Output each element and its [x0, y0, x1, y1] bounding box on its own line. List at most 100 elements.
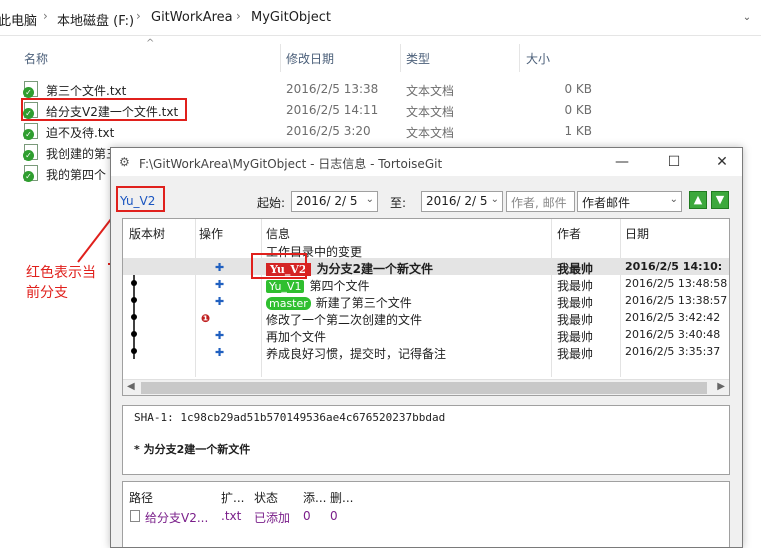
commit-message: * 为分支2建一个新文件 [134, 443, 251, 456]
file-date: 2016/2/5 13:38 [286, 82, 379, 96]
arrow-down-icon[interactable]: ▼ [711, 191, 729, 209]
chevron-down-icon: ⌄ [669, 194, 678, 205]
column-date[interactable]: 修改日期 [286, 50, 334, 67]
to-label: 至: [390, 196, 407, 210]
from-date-value: 2016/ 2/ 5 [296, 194, 358, 208]
log-row[interactable]: ✚ 养成良好习惯，提交时，记得备注 我最帅 2016/2/5 3:35:37 [123, 343, 729, 361]
log-row[interactable]: ✚ master 新建了第三个文件 我最帅 2016/2/5 13:38:57 [123, 292, 729, 310]
scroll-left-icon[interactable]: ◀ [127, 381, 135, 392]
log-author: 我最帅 [557, 347, 594, 361]
log-list[interactable]: 版本树 操作 信息 作者 日期 工作目录中的变更 ✚ Yu_V2 为分支2建一个新… [122, 218, 730, 396]
file-size: 1 KB [564, 124, 592, 138]
column-divider [400, 44, 401, 72]
highlight-box-branch [116, 186, 165, 212]
arrow-up-icon[interactable]: ▲ [689, 191, 707, 209]
scrollbar-thumb[interactable] [141, 382, 707, 394]
search-placeholder: 作者, 邮件 [511, 196, 567, 210]
files-col-ext[interactable]: 扩... [221, 489, 244, 506]
chevron-right-icon: › [43, 9, 48, 23]
window-title: F:\GitWorkArea\MyGitObject - 日志信息 - Tort… [139, 157, 443, 171]
file-added-icon: ✚ [215, 346, 225, 359]
file-row[interactable]: ✓ 迫不及待.txt 2016/2/5 3:20 文本文档 1 KB [23, 121, 614, 142]
chevron-down-icon: ⌄ [490, 194, 499, 205]
breadcrumb-mygitobject[interactable]: MyGitObject [251, 10, 331, 25]
title-bar[interactable]: ⚙ F:\GitWorkArea\MyGitObject - 日志信息 - To… [111, 148, 742, 176]
to-date-value: 2016/ 2/ 5 [426, 194, 488, 208]
log-date: 2016/2/5 13:38:57 [625, 294, 728, 307]
column-name[interactable]: 名称 [24, 50, 48, 67]
address-bar[interactable]: 此电脑 › 本地磁盘 (F:) › GitWorkArea › MyGitObj… [0, 0, 761, 36]
log-row[interactable]: ✚ Yu_V1 第四个文件 我最帅 2016/2/5 13:48:58 [123, 275, 729, 293]
log-col-message[interactable]: 信息 [266, 225, 290, 242]
changed-file-status: 已添加 [254, 511, 291, 525]
filter-select[interactable]: 作者邮件 ⌄ [577, 191, 682, 212]
breadcrumb-this-pc[interactable]: 此电脑 [0, 10, 37, 29]
filter-value: 作者邮件 [582, 196, 631, 210]
file-type: 文本文档 [406, 126, 455, 140]
txt-file-icon: ✓ [23, 144, 38, 161]
file-type: 文本文档 [406, 84, 455, 98]
file-added-icon: ✚ [215, 329, 225, 342]
column-divider [519, 44, 520, 72]
txt-file-icon: ✓ [23, 123, 38, 140]
file-row[interactable]: ✓ 我创建的第三 [23, 142, 118, 163]
changed-files-list[interactable]: 路径 扩... 状态 添... 删... 给分支V2... .txt 已添加 0… [122, 481, 730, 547]
minimize-button[interactable]: — [608, 152, 636, 172]
column-type[interactable]: 类型 [406, 50, 430, 67]
column-size[interactable]: 大小 [526, 50, 550, 67]
file-size: 0 KB [564, 103, 592, 117]
chevron-right-icon: › [136, 9, 141, 23]
log-date: 2016/2/5 13:48:58 [625, 277, 728, 290]
log-row[interactable]: ✚ 再加个文件 我最帅 2016/2/5 3:40:48 [123, 326, 729, 344]
file-added-icon: ✚ [215, 261, 225, 274]
file-name: 我的第四个 [46, 168, 107, 182]
file-modified-icon: ❶ [201, 312, 211, 325]
changed-file-path: 给分支V2... [145, 511, 209, 525]
txt-file-icon [130, 510, 140, 522]
tortoisegit-icon: ⚙ [119, 155, 130, 169]
txt-file-icon: ✓ [23, 165, 38, 182]
file-name: 我创建的第三 [46, 147, 119, 161]
breadcrumb-drive[interactable]: 本地磁盘 (F:) [57, 10, 134, 29]
chevron-down-icon[interactable]: ⌄ [740, 12, 754, 26]
chevron-right-icon: › [236, 9, 241, 23]
files-col-path[interactable]: 路径 [129, 489, 153, 506]
file-size: 0 KB [564, 82, 592, 96]
log-col-author[interactable]: 作者 [557, 225, 581, 242]
log-date: 2016/2/5 3:40:48 [625, 328, 721, 341]
file-date: 2016/2/5 14:11 [286, 103, 379, 117]
commit-detail[interactable]: SHA-1: 1c98cb29ad51b570149536ae4c6765202… [122, 405, 730, 475]
log-col-date[interactable]: 日期 [625, 225, 649, 242]
log-col-actions[interactable]: 操作 [199, 225, 223, 242]
scroll-right-icon[interactable]: ▶ [717, 381, 725, 392]
horizontal-scrollbar[interactable]: ◀ ▶ [123, 379, 729, 395]
close-button[interactable]: ✕ [708, 152, 736, 172]
files-col-add[interactable]: 添... [303, 489, 326, 506]
from-date-picker[interactable]: 2016/ 2/ 5 ⌄ [291, 191, 378, 212]
log-row-working-dir[interactable]: 工作目录中的变更 [123, 241, 729, 259]
log-message-text: 新建了第三个文件 [315, 296, 412, 310]
log-row[interactable]: ❶ 修改了一个第二次创建的文件 我最帅 2016/2/5 3:42:42 [123, 309, 729, 327]
log-message-text: 为分支2建一个新文件 [316, 262, 433, 276]
files-col-status[interactable]: 状态 [254, 489, 278, 506]
txt-file-icon: ✓ [23, 81, 38, 98]
log-date: 2016/2/5 14:10: [625, 260, 723, 273]
file-row[interactable]: ✓ 第三个文件.txt 2016/2/5 13:38 文本文档 0 KB [23, 79, 614, 100]
to-date-picker[interactable]: 2016/ 2/ 5 ⌄ [421, 191, 503, 212]
from-label: 起始: [257, 196, 286, 210]
file-type: 文本文档 [406, 105, 455, 119]
sort-up-icon: ^ [146, 38, 155, 49]
file-date: 2016/2/5 3:20 [286, 124, 371, 138]
log-date: 2016/2/5 3:35:37 [625, 345, 721, 358]
file-row[interactable]: ✓ 我的第四个 [23, 163, 110, 184]
breadcrumb-gitworkarea[interactable]: GitWorkArea [151, 10, 233, 25]
changed-file-ext: .txt [221, 509, 242, 523]
log-row-selected[interactable]: ✚ Yu_V2 为分支2建一个新文件 我最帅 2016/2/5 14:10: [123, 258, 729, 276]
file-name: 第三个文件.txt [46, 84, 127, 98]
file-added-icon: ✚ [215, 278, 225, 291]
search-input[interactable]: 作者, 邮件 [506, 191, 575, 212]
log-message-text: 第四个文件 [309, 279, 370, 293]
changed-file-add: 0 [303, 509, 311, 523]
maximize-button[interactable]: ☐ [660, 152, 688, 172]
files-col-del[interactable]: 删... [330, 489, 353, 506]
